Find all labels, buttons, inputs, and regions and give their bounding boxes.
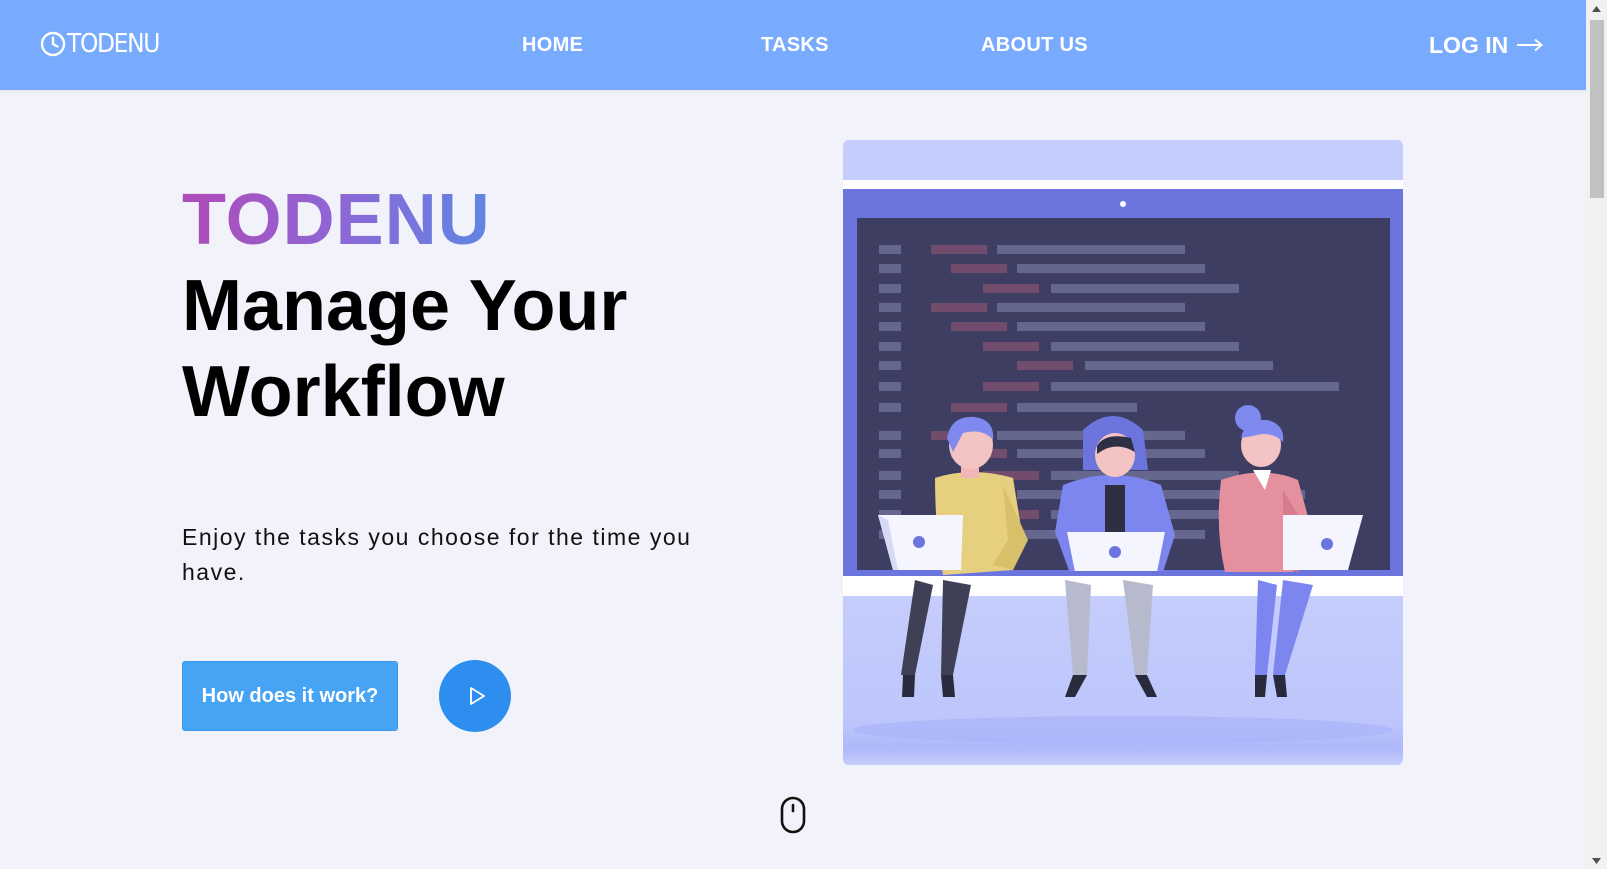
- mouse-scroll-icon[interactable]: [779, 796, 807, 834]
- nav-tasks[interactable]: TASKS: [761, 33, 829, 57]
- logo[interactable]: TODENU: [40, 29, 169, 59]
- headline: Manage Your Workflow: [182, 266, 628, 432]
- nav-home[interactable]: HOME: [522, 33, 583, 57]
- page: TODENU HOME TASKS ABOUT US LOG IN TODENU…: [0, 0, 1586, 869]
- scroll-up-arrow[interactable]: [1586, 0, 1607, 17]
- how-it-works-button[interactable]: How does it work?: [182, 661, 398, 731]
- navbar: TODENU HOME TASKS ABOUT US LOG IN: [0, 0, 1586, 90]
- scrollbar-thumb[interactable]: [1590, 20, 1604, 198]
- play-icon: [470, 687, 485, 705]
- play-video-button[interactable]: [439, 660, 511, 732]
- clock-icon: [40, 31, 66, 57]
- login-link[interactable]: LOG IN: [1429, 31, 1544, 59]
- brand-title: TODENU: [182, 180, 491, 260]
- hero-illustration: [843, 140, 1403, 765]
- nav-about-us[interactable]: ABOUT US: [981, 33, 1088, 57]
- scrollbar[interactable]: [1586, 0, 1607, 869]
- logo-text: TODENU: [67, 29, 160, 59]
- scroll-down-arrow[interactable]: [1586, 852, 1607, 869]
- arrow-right-icon: [1517, 38, 1544, 52]
- login-label: LOG IN: [1429, 32, 1509, 58]
- tagline: Enjoy the tasks you choose for the time …: [182, 524, 692, 585]
